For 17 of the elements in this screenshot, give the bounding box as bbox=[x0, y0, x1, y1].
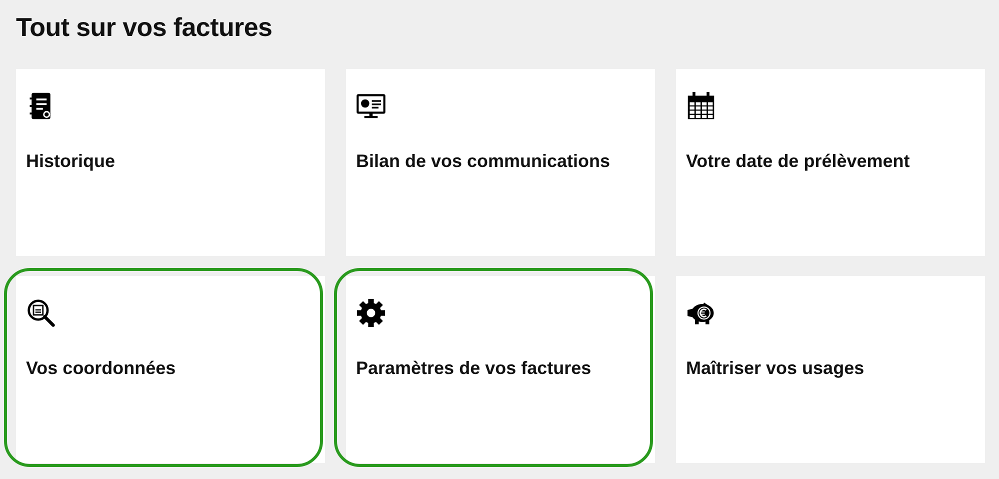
card[interactable]: Vos coordonnées bbox=[16, 276, 325, 463]
card[interactable]: Votre date de prélèvement bbox=[676, 69, 985, 256]
calendar-icon bbox=[686, 91, 716, 121]
card[interactable]: Historique bbox=[16, 69, 325, 256]
card-label: Votre date de prélèvement bbox=[686, 151, 910, 172]
card-label: Maîtriser vos usages bbox=[686, 358, 864, 379]
settings-icon bbox=[356, 298, 386, 328]
card-label: Paramètres de vos factures bbox=[356, 358, 592, 379]
card-label: Historique bbox=[26, 151, 116, 172]
card[interactable]: Paramètres de vos factures bbox=[346, 276, 655, 463]
card-label: Vos coordonnées bbox=[26, 358, 176, 379]
search-icon bbox=[26, 298, 56, 328]
card[interactable]: Maîtriser vos usages bbox=[676, 276, 985, 463]
card-label: Bilan de vos communications bbox=[356, 151, 610, 172]
section-title: Tout sur vos factures bbox=[16, 11, 274, 44]
monitor-icon bbox=[356, 91, 386, 121]
card[interactable]: Bilan de vos communications bbox=[346, 69, 655, 256]
